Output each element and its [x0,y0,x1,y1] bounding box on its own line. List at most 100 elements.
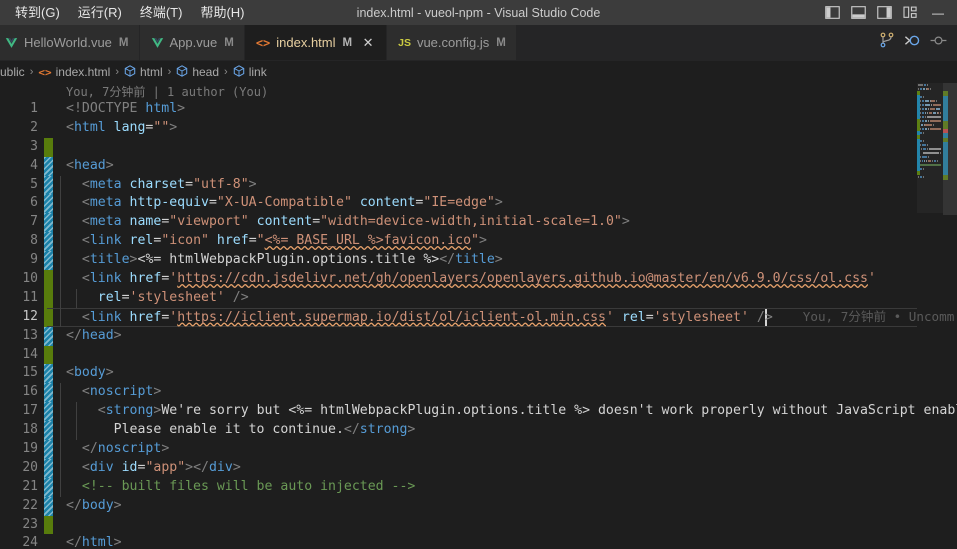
git-gutter-marker[interactable] [44,194,53,214]
code-line[interactable]: 10 <link href='https://cdn.jsdelivr.net/… [0,270,957,289]
code-line[interactable]: 7 <meta name="viewport" content="width=d… [0,213,957,233]
token-eq: = [121,289,130,305]
more-actions-icon[interactable] [930,33,947,53]
git-gutter-marker[interactable] [44,440,53,459]
token-punct: < [81,176,90,192]
code-line[interactable]: 21 <!-- built files will be auto injecte… [0,477,957,497]
line-number: 11 [22,289,38,305]
token-punct: > [494,195,503,211]
window-minimize-button[interactable]: — [923,0,953,25]
git-gutter-marker[interactable] [44,477,53,497]
code-line[interactable]: 1 <!DOCTYPE html> [0,100,957,119]
inline-git-blame[interactable]: You, 7分钟前 • Uncomm [773,309,955,324]
code-line[interactable]: 3 [0,137,957,157]
breadcrumb-item-index-html[interactable]: <> index.html [38,65,110,79]
code-line[interactable]: 8 <link rel="icon" href="<%= BASE_URL %>… [0,232,957,252]
tab-app-vue[interactable]: App.vue M [139,25,245,60]
breadcrumb-item-folder[interactable]: ublic [0,65,25,79]
tab-index-html[interactable]: <> index.html M ✕ [244,25,388,60]
toggle-secondary-sidebar-icon[interactable] [871,2,897,24]
git-gutter-marker[interactable] [44,213,53,233]
token-punct: > [129,252,138,268]
git-gutter-marker[interactable] [44,496,53,516]
code-line[interactable]: 22 </body> [0,496,957,516]
line-number: 9 [30,252,38,268]
breadcrumb-item-head[interactable]: head [176,64,219,80]
git-gutter-marker[interactable] [44,402,53,422]
code-text: Please enable it to continue.</strong> [53,421,416,440]
token-attr: lang [113,119,146,135]
git-gutter-marker[interactable] [44,137,53,157]
code-editor[interactable]: You, 7分钟前 | 1 author (You) 1 <!DOCTYPE ht… [0,83,957,549]
git-gutter-marker[interactable] [44,232,53,252]
git-gutter-marker[interactable] [44,534,53,549]
minimap-slider[interactable] [917,83,943,213]
code-line[interactable]: 4 <head> [0,156,957,176]
tab-label: index.html [276,35,336,50]
code-line[interactable]: 18 Please enable it to continue.</strong… [0,421,957,441]
code-line[interactable]: 6 <meta http-equiv="X-UA-Compatible" con… [0,194,957,214]
code-line[interactable]: 20 <div id="app"></div> [0,458,957,478]
git-gutter-marker[interactable] [44,251,53,271]
git-gutter-marker[interactable] [44,421,53,441]
code-line[interactable]: 13 </head> [0,326,957,346]
code-lines[interactable]: 1 <!DOCTYPE html> 2 <html lang=""> 3 4 <head> 5… [0,100,957,549]
token-punct: <!DOCTYPE [66,101,146,116]
code-text: <!-- built files will be auto injected -… [53,478,415,497]
close-icon[interactable]: ✕ [360,35,376,51]
menu-help[interactable]: 帮助(H) [191,2,253,24]
toggle-panel-icon[interactable] [845,2,871,24]
code-line[interactable]: 23 [0,515,957,535]
menu-terminal[interactable]: 终端(T) [131,2,192,24]
split-editor-icon[interactable] [879,32,895,53]
token-attr: content [256,214,313,230]
git-gutter-marker[interactable] [44,345,53,365]
git-gutter-marker[interactable] [44,515,53,535]
code-line[interactable]: 24 </html> [0,534,957,549]
token-tag: link [89,309,130,325]
breadcrumb-item-html[interactable]: html [124,64,163,80]
code-line[interactable]: 2 <html lang=""> [0,119,957,138]
git-gutter-marker[interactable] [44,326,53,346]
tab-dirty-indicator: M [224,36,234,49]
tab-vue-config-js[interactable]: JS vue.config.js M [387,25,517,60]
code-line[interactable]: 11 rel='stylesheet' /> [0,288,957,308]
code-line[interactable]: 17 <strong>We're sorry but <%= htmlWebpa… [0,402,957,422]
code-line[interactable]: 16 <noscript> [0,383,957,403]
vertical-scrollbar[interactable] [943,83,957,215]
code-line[interactable]: 5 <meta charset="utf-8"> [0,175,957,195]
code-line[interactable]: 9 <title><%= htmlWebpackPlugin.options.t… [0,251,957,271]
git-gutter-marker[interactable] [44,288,53,308]
menu-goto[interactable]: 转到(G) [6,2,69,24]
code-line[interactable]: 15 <body> [0,364,957,384]
git-gutter-marker[interactable] [44,307,53,327]
token-tag: strong [105,403,154,419]
git-gutter-marker[interactable] [44,119,53,138]
git-gutter-marker[interactable] [44,100,53,119]
vscode-window: 转到(G) 运行(R) 终端(T) 帮助(H) index.html - vue… [0,0,957,549]
git-gutter-marker[interactable] [44,270,53,289]
git-gutter-marker[interactable] [44,156,53,176]
code-text: </head> [53,327,122,346]
git-gutter-marker[interactable] [44,364,53,384]
code-line[interactable]: 12 <link href = 'https://iclient.supermap.… [0,307,957,327]
git-gutter-marker[interactable] [44,458,53,478]
code-line[interactable]: 14 [0,345,957,365]
token-tag: link [89,233,130,249]
git-gutter-marker[interactable] [44,175,53,195]
tab-dirty-indicator: M [118,36,129,49]
breadcrumb-item-link[interactable]: link [233,64,267,80]
customize-layout-icon[interactable] [897,2,923,24]
token-punct: < [81,233,90,249]
code-line[interactable]: 19 </noscript> [0,440,957,459]
token-str-err: https://cdn.jsdelivr.net/gh/openlayers/o… [177,271,868,287]
run-debug-icon[interactable] [904,33,921,53]
breadcrumb-label: ublic [0,65,25,79]
tab-helloworld-vue[interactable]: HelloWorld.vue M [0,25,140,60]
toggle-primary-sidebar-icon[interactable] [819,2,845,24]
git-gutter-marker[interactable] [44,383,53,403]
menu-run[interactable]: 运行(R) [69,2,131,24]
